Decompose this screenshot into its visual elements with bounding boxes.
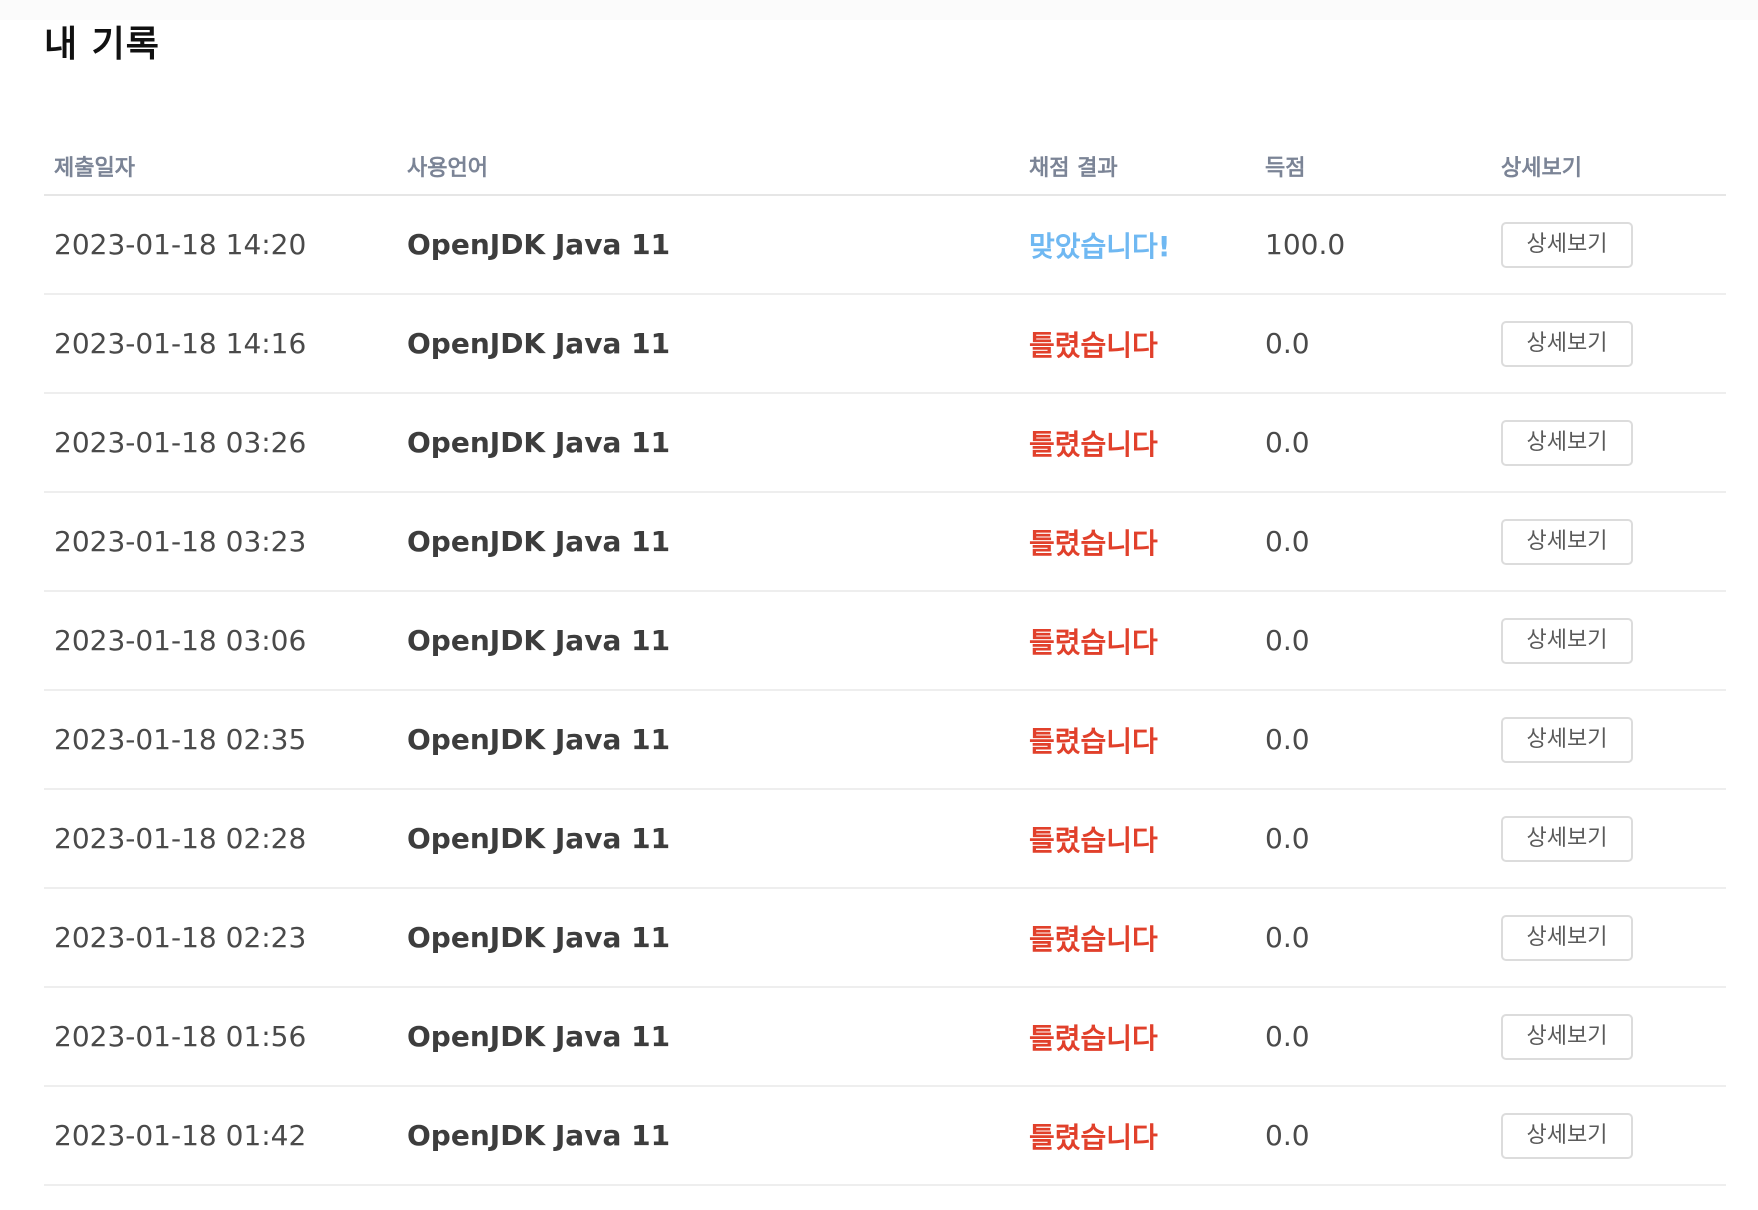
result-status: 틀렸습니다 <box>1019 294 1255 394</box>
score: 0.0 <box>1255 789 1491 889</box>
detail-cell: 상세보기 <box>1491 888 1726 988</box>
submission-date: 2023-01-18 03:23 <box>44 492 397 592</box>
header-score: 득점 <box>1255 138 1491 196</box>
score: 0.0 <box>1255 591 1491 691</box>
language: OpenJDK Java 11 <box>397 492 1019 592</box>
detail-cell: 상세보기 <box>1491 591 1726 691</box>
table-row: 2023-01-18 14:16 OpenJDK Java 11 틀렸습니다 0… <box>44 294 1726 394</box>
view-detail-button[interactable]: 상세보기 <box>1501 1013 1633 1060</box>
table-row: 2023-01-18 02:35 OpenJDK Java 11 틀렸습니다 0… <box>44 690 1726 790</box>
top-strip <box>0 0 1758 20</box>
language: OpenJDK Java 11 <box>397 591 1019 691</box>
view-detail-button[interactable]: 상세보기 <box>1501 617 1633 664</box>
score: 0.0 <box>1255 492 1491 592</box>
result-status: 틀렸습니다 <box>1019 888 1255 988</box>
submission-date: 2023-01-18 14:16 <box>44 294 397 394</box>
submission-date: 2023-01-18 02:23 <box>44 888 397 988</box>
view-detail-button[interactable]: 상세보기 <box>1501 320 1633 367</box>
header-date: 제출일자 <box>44 138 397 196</box>
submission-date: 2023-01-18 02:35 <box>44 690 397 790</box>
submission-date: 2023-01-18 14:20 <box>44 195 397 295</box>
result-status: 틀렸습니다 <box>1019 492 1255 592</box>
view-detail-button[interactable]: 상세보기 <box>1501 914 1633 961</box>
view-detail-button[interactable]: 상세보기 <box>1501 815 1633 862</box>
detail-cell: 상세보기 <box>1491 393 1726 493</box>
result-status: 틀렸습니다 <box>1019 789 1255 889</box>
result-status: 틀렸습니다 <box>1019 591 1255 691</box>
view-detail-button[interactable]: 상세보기 <box>1501 716 1633 763</box>
result-status: 맞았습니다! <box>1019 195 1255 295</box>
score: 0.0 <box>1255 1086 1491 1186</box>
page-title: 내 기록 <box>44 24 160 65</box>
submission-date: 2023-01-18 03:26 <box>44 393 397 493</box>
score: 100.0 <box>1255 195 1491 295</box>
score: 0.0 <box>1255 690 1491 790</box>
score: 0.0 <box>1255 888 1491 988</box>
table-row: 2023-01-18 01:42 OpenJDK Java 11 틀렸습니다 0… <box>44 1086 1726 1186</box>
table-header: 제출일자 사용언어 채점 결과 득점 상세보기 <box>44 138 1726 196</box>
language: OpenJDK Java 11 <box>397 195 1019 295</box>
detail-cell: 상세보기 <box>1491 294 1726 394</box>
submission-date: 2023-01-18 01:56 <box>44 987 397 1087</box>
table-row: 2023-01-18 14:20 OpenJDK Java 11 맞았습니다! … <box>44 195 1726 295</box>
header-detail: 상세보기 <box>1491 138 1726 196</box>
header-language: 사용언어 <box>397 138 1019 196</box>
language: OpenJDK Java 11 <box>397 690 1019 790</box>
detail-cell: 상세보기 <box>1491 789 1726 889</box>
header-result: 채점 결과 <box>1019 138 1255 196</box>
score: 0.0 <box>1255 987 1491 1087</box>
table-body: 2023-01-18 14:20 OpenJDK Java 11 맞았습니다! … <box>44 195 1726 1186</box>
detail-cell: 상세보기 <box>1491 195 1726 295</box>
result-status: 틀렸습니다 <box>1019 690 1255 790</box>
submission-records-table: 제출일자 사용언어 채점 결과 득점 상세보기 2023-01-18 14:20… <box>44 138 1726 1186</box>
table-row: 2023-01-18 01:56 OpenJDK Java 11 틀렸습니다 0… <box>44 987 1726 1087</box>
language: OpenJDK Java 11 <box>397 294 1019 394</box>
view-detail-button[interactable]: 상세보기 <box>1501 221 1633 268</box>
score: 0.0 <box>1255 294 1491 394</box>
table-row: 2023-01-18 02:28 OpenJDK Java 11 틀렸습니다 0… <box>44 789 1726 889</box>
table-row: 2023-01-18 03:26 OpenJDK Java 11 틀렸습니다 0… <box>44 393 1726 493</box>
score: 0.0 <box>1255 393 1491 493</box>
language: OpenJDK Java 11 <box>397 393 1019 493</box>
detail-cell: 상세보기 <box>1491 987 1726 1087</box>
table-row: 2023-01-18 03:23 OpenJDK Java 11 틀렸습니다 0… <box>44 492 1726 592</box>
language: OpenJDK Java 11 <box>397 987 1019 1087</box>
detail-cell: 상세보기 <box>1491 690 1726 790</box>
table-row: 2023-01-18 03:06 OpenJDK Java 11 틀렸습니다 0… <box>44 591 1726 691</box>
language: OpenJDK Java 11 <box>397 888 1019 988</box>
view-detail-button[interactable]: 상세보기 <box>1501 419 1633 466</box>
detail-cell: 상세보기 <box>1491 1086 1726 1186</box>
language: OpenJDK Java 11 <box>397 789 1019 889</box>
result-status: 틀렸습니다 <box>1019 393 1255 493</box>
view-detail-button[interactable]: 상세보기 <box>1501 1112 1633 1159</box>
detail-cell: 상세보기 <box>1491 492 1726 592</box>
view-detail-button[interactable]: 상세보기 <box>1501 518 1633 565</box>
header-row: 제출일자 사용언어 채점 결과 득점 상세보기 <box>44 138 1726 196</box>
result-status: 틀렸습니다 <box>1019 1086 1255 1186</box>
submission-date: 2023-01-18 01:42 <box>44 1086 397 1186</box>
submission-date: 2023-01-18 03:06 <box>44 591 397 691</box>
language: OpenJDK Java 11 <box>397 1086 1019 1186</box>
table-row: 2023-01-18 02:23 OpenJDK Java 11 틀렸습니다 0… <box>44 888 1726 988</box>
submission-date: 2023-01-18 02:28 <box>44 789 397 889</box>
result-status: 틀렸습니다 <box>1019 987 1255 1087</box>
